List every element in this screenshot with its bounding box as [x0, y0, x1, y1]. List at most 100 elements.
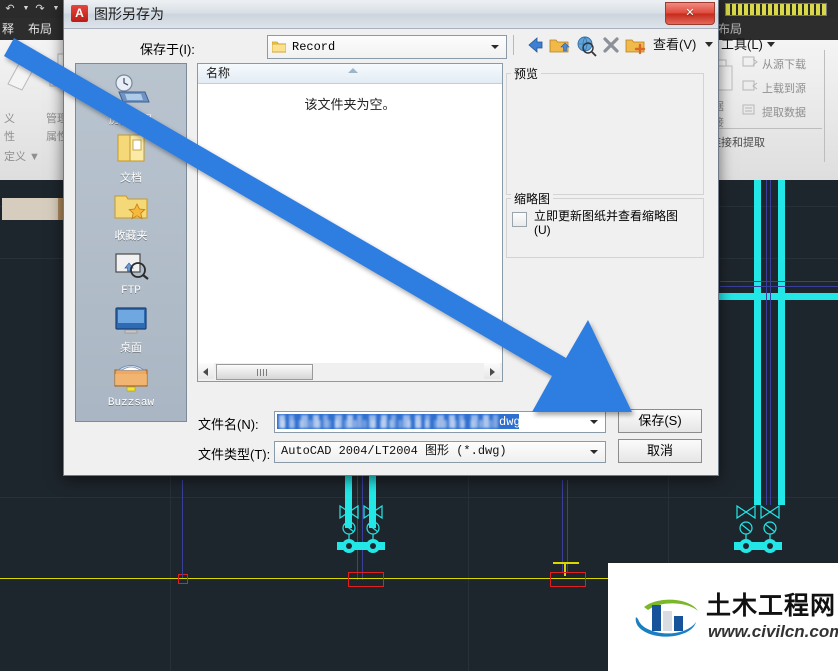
- cad-thin-line: [766, 175, 767, 505]
- file-type-value: AutoCAD 2004/LT2004 图形 (*.dwg): [281, 444, 507, 458]
- place-documents[interactable]: 文档: [76, 132, 186, 185]
- redo-icon[interactable]: ↷: [34, 3, 46, 15]
- cad-thin-line: [562, 480, 563, 572]
- cad-pipe-vertical: [754, 175, 761, 505]
- up-one-level-icon[interactable]: [549, 33, 571, 57]
- place-history[interactable]: 历史记录: [76, 72, 186, 127]
- undo-icon[interactable]: ↶: [4, 3, 16, 15]
- file-name-combobox[interactable]: dwg: [274, 411, 606, 433]
- dialog-toolbar: 查看(V) 工具(L): [513, 33, 775, 59]
- ribbon-item-definition-dropdown[interactable]: 定义 ▼: [4, 148, 40, 164]
- cad-base-rect: [550, 572, 586, 587]
- update-thumbnail-label[interactable]: 立即更新图纸并查看缩略图(U): [534, 209, 694, 237]
- cad-valve-symbol-center: [337, 504, 385, 553]
- sort-ascending-icon: [348, 68, 358, 73]
- ribbon-block-icon[interactable]: [4, 54, 38, 94]
- quick-access-toolbar: ↶ ▼ ↷ ▼: [0, 0, 70, 18]
- ribbon-item-upload-to-source[interactable]: 上载到源: [762, 80, 806, 96]
- buzzsaw-icon: [114, 365, 148, 392]
- chevron-down-icon[interactable]: [586, 442, 601, 462]
- ribbon-item-define[interactable]: 义: [4, 110, 15, 126]
- watermark-site-name: 土木工程网: [706, 592, 837, 620]
- tab-annotate[interactable]: 释: [2, 19, 14, 39]
- tools-menu[interactable]: 工具(L): [721, 37, 763, 53]
- scrollbar-grip: [257, 369, 269, 376]
- cad-thin-line: [770, 175, 771, 505]
- favorites-icon: [114, 195, 148, 220]
- place-buzzsaw[interactable]: Buzzsaw: [76, 362, 186, 409]
- extract-data-icon[interactable]: [742, 102, 758, 118]
- dialog-title-bar[interactable]: 图形另存为: [64, 0, 718, 29]
- close-icon[interactable]: [665, 2, 715, 25]
- preview-group: [506, 73, 704, 195]
- file-list[interactable]: 名称 该文件夹为空。: [197, 63, 503, 365]
- update-thumbnail-checkbox[interactable]: [512, 212, 527, 227]
- cad-fitting: [553, 562, 579, 564]
- preview-group-title: 预览: [511, 65, 542, 82]
- file-type-label: 文件类型(T):: [198, 447, 271, 462]
- save-in-combobox[interactable]: Record: [267, 35, 507, 59]
- chevron-down-icon[interactable]: [586, 412, 601, 432]
- save-drawing-as-dialog: 图形另存为 保存于(I): Record: [63, 0, 775, 476]
- back-icon[interactable]: [523, 33, 545, 57]
- obscured-filename-overlay: [281, 420, 495, 428]
- chevron-down-icon[interactable]: [767, 42, 775, 47]
- dialog-title: 图形另存为: [94, 6, 164, 22]
- delete-icon[interactable]: [601, 33, 621, 57]
- scroll-left-icon[interactable]: [198, 363, 214, 379]
- cad-base-rect: [348, 572, 384, 587]
- column-header-name[interactable]: 名称: [206, 66, 230, 81]
- ribbon-item-property-a[interactable]: 性: [4, 128, 15, 144]
- tab-layout[interactable]: 布局: [28, 19, 52, 39]
- place-label: 收藏夹: [114, 231, 148, 243]
- file-name-input[interactable]: dwg: [277, 414, 519, 429]
- upload-to-source-icon[interactable]: [742, 78, 758, 94]
- chevron-down-icon[interactable]: [705, 42, 713, 47]
- save-in-label: 保存于(I):: [140, 42, 195, 57]
- search-web-icon[interactable]: [575, 33, 597, 57]
- cad-pipe-horizontal: [713, 293, 838, 300]
- app-status-strip: [725, 3, 827, 16]
- cad-thin-line: [567, 480, 568, 572]
- documents-icon: [117, 134, 145, 162]
- place-ftp[interactable]: FTP: [76, 250, 186, 297]
- civilcn-building-logo: [635, 599, 698, 637]
- ribbon-color-swatch[interactable]: [2, 198, 58, 220]
- view-menu[interactable]: 查看(V): [653, 37, 696, 53]
- places-bar: 历史记录 文档 收藏夹 FTP 桌面 Buzzsaw: [75, 63, 187, 422]
- file-type-combobox[interactable]: AutoCAD 2004/LT2004 图形 (*.dwg): [274, 441, 606, 463]
- ribbon-separator: [824, 50, 825, 162]
- cad-gridline: [0, 497, 838, 498]
- watermark: 土木工程网 www.civilcn.com: [608, 563, 838, 671]
- file-name-label: 文件名(N):: [198, 417, 259, 432]
- cad-thin-line: [182, 480, 183, 578]
- new-folder-icon[interactable]: [625, 33, 647, 57]
- file-list-header[interactable]: 名称: [198, 64, 502, 84]
- place-label: 桌面: [120, 343, 142, 355]
- cad-base-rect: [178, 574, 188, 584]
- place-label: 历史记录: [109, 115, 153, 127]
- place-favorites[interactable]: 收藏夹: [76, 192, 186, 243]
- file-list-horizontal-scrollbar[interactable]: [197, 363, 503, 382]
- save-in-value: Record: [292, 40, 336, 54]
- ribbon-item-extract-data[interactable]: 提取数据: [762, 104, 806, 120]
- ftp-icon: [115, 253, 149, 280]
- chevron-down-icon[interactable]: ▼: [20, 3, 32, 15]
- place-label: 文档: [120, 173, 142, 185]
- chevron-down-icon[interactable]: ▼: [50, 3, 62, 15]
- toolbar-divider: [513, 35, 514, 55]
- chevron-down-icon[interactable]: [487, 37, 502, 57]
- scrollbar-thumb[interactable]: [216, 364, 313, 380]
- cad-pipe-vertical: [778, 175, 785, 505]
- watermark-url: www.civilcn.com: [708, 622, 838, 641]
- ribbon-separator: [702, 128, 822, 129]
- cancel-button[interactable]: 取消: [618, 439, 702, 463]
- place-desktop[interactable]: 桌面: [76, 306, 186, 355]
- save-button[interactable]: 保存(S): [618, 409, 702, 433]
- file-list-empty-message: 该文件夹为空。: [304, 97, 396, 112]
- cad-thin-line: [720, 286, 838, 287]
- folder-icon: [272, 41, 286, 53]
- desktop-icon: [115, 307, 147, 334]
- place-label: Buzzsaw: [107, 397, 155, 409]
- scroll-right-icon[interactable]: [484, 363, 500, 379]
